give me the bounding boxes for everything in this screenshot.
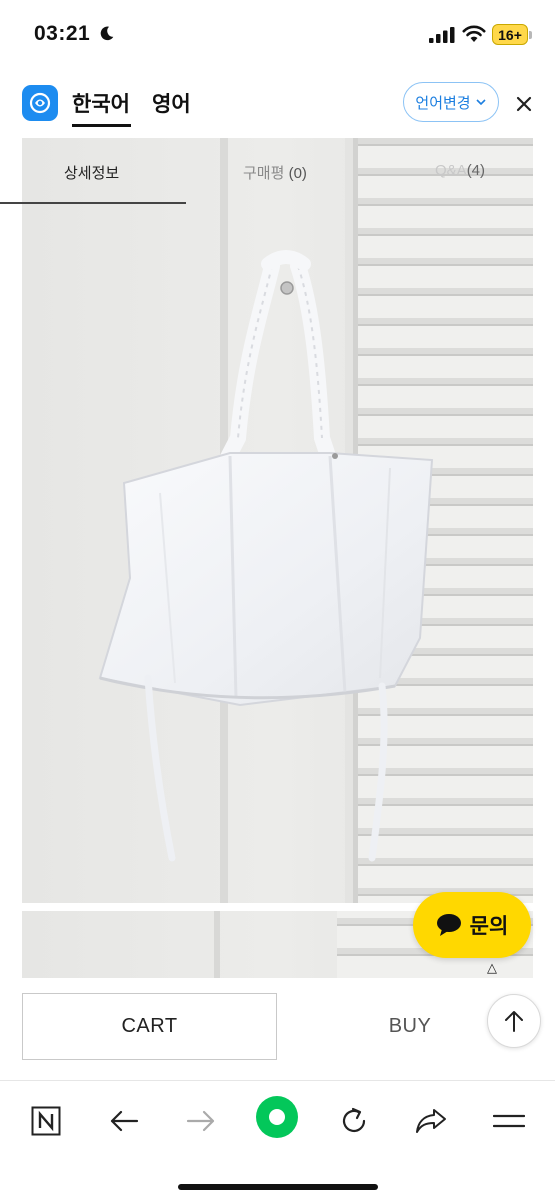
- battery-level: 16+: [498, 26, 522, 43]
- moon-icon: [100, 26, 114, 41]
- buy-button[interactable]: BUY: [330, 993, 490, 1060]
- tab-reviews-count: (0): [288, 165, 307, 182]
- browser-toolbar: [0, 1080, 555, 1200]
- tab-reviews[interactable]: 구매평 (0): [243, 162, 307, 183]
- product-photo: [0, 138, 555, 978]
- tab-qa[interactable]: Q&A(4): [435, 162, 485, 179]
- refresh-icon[interactable]: [334, 1101, 374, 1141]
- cart-button[interactable]: CART: [22, 993, 277, 1060]
- tote-bag-photo: [0, 138, 555, 978]
- cart-label: CART: [121, 1015, 178, 1037]
- tab-detail-info[interactable]: 상세정보: [64, 162, 119, 183]
- tab-reviews-label: 구매평: [243, 165, 285, 182]
- chevron-down-icon: [476, 99, 486, 106]
- forward-arrow-icon[interactable]: [181, 1101, 221, 1141]
- lang-tab-english[interactable]: 영어: [152, 88, 191, 118]
- tab-qa-label: Q&A: [435, 162, 467, 179]
- lang-tab-indicator: [72, 124, 131, 127]
- status-bar: 03:21 16+: [0, 0, 555, 68]
- purchase-action-bar: CART BUY: [0, 978, 555, 1080]
- inquiry-button[interactable]: 문의: [413, 892, 531, 958]
- change-language-button[interactable]: 언어변경: [403, 82, 499, 122]
- translation-bar: 한국어 영어 언어변경: [0, 68, 555, 138]
- menu-icon[interactable]: [489, 1101, 529, 1141]
- inquiry-label: 문의: [469, 915, 509, 938]
- buy-label: BUY: [388, 1015, 432, 1037]
- arrow-up-icon: [505, 1011, 523, 1032]
- green-home-icon[interactable]: [255, 1095, 299, 1139]
- chat-bubble-icon: [436, 914, 461, 936]
- home-indicator[interactable]: [178, 1184, 378, 1190]
- tab-qa-count: (4): [466, 162, 486, 179]
- back-arrow-icon[interactable]: [104, 1101, 144, 1141]
- scroll-to-top-button[interactable]: [487, 994, 541, 1048]
- share-icon[interactable]: [411, 1101, 451, 1141]
- battery-indicator: 16+: [492, 24, 528, 45]
- collapse-triangle-icon[interactable]: △: [487, 960, 497, 976]
- change-language-label: 언어변경: [415, 94, 471, 112]
- naver-n-icon[interactable]: [26, 1101, 66, 1141]
- wifi-icon: [462, 25, 486, 42]
- battery-nub: [529, 31, 532, 39]
- translate-app-logo-icon: [22, 85, 58, 121]
- cellular-signal-icon: [429, 27, 455, 43]
- lang-tab-korean[interactable]: 한국어: [72, 88, 130, 118]
- status-time: 03:21: [34, 22, 91, 45]
- detail-tabs: 상세정보 구매평 (0) Q&A(4): [0, 138, 555, 204]
- tab-indicator: [0, 202, 186, 204]
- close-icon[interactable]: [512, 92, 536, 116]
